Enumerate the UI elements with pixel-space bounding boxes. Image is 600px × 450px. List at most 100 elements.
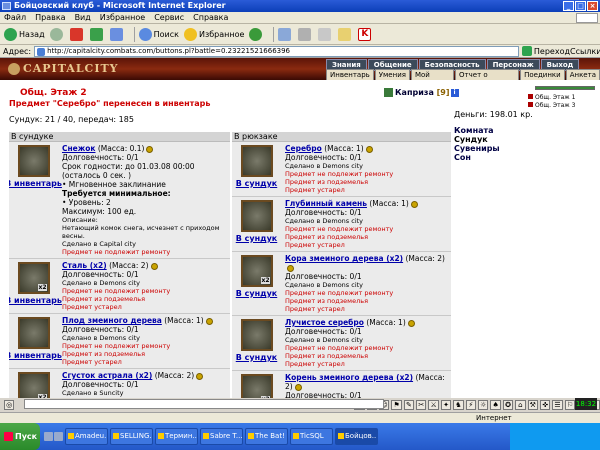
stop-button[interactable]	[69, 27, 85, 41]
chat-tool-icon[interactable]: ✪	[502, 400, 514, 410]
floor-link[interactable]: Общ. Этаж 3	[528, 102, 575, 110]
taskbar-button[interactable]: The Bat!	[245, 428, 288, 445]
link-chest[interactable]: Сундук	[454, 135, 500, 144]
move-item-link[interactable]: В сундук	[236, 179, 277, 188]
taskbar-button[interactable]: Sabre T...	[200, 428, 243, 445]
chat-tool-icon[interactable]: ⚔	[428, 400, 439, 410]
back-button[interactable]: Назад	[4, 27, 45, 41]
chat-tool-icon[interactable]: ✂	[416, 400, 427, 410]
item-name-link[interactable]: Сталь (x2)	[62, 261, 107, 270]
link-sleep[interactable]: Сон	[454, 153, 500, 162]
move-item-link[interactable]: В сундук	[236, 234, 277, 243]
close-button[interactable]: ×	[587, 1, 598, 11]
chat-tool-icon[interactable]: ⚒	[527, 400, 538, 410]
chat-tool-icon[interactable]: ✜	[539, 400, 551, 410]
chat-tool-icon[interactable]: ✦	[440, 400, 452, 410]
forward-button[interactable]	[49, 27, 65, 41]
item-name-link[interactable]: Плод змеиного дерева	[62, 316, 162, 325]
item-thumbnail[interactable]	[17, 317, 50, 349]
item-name-link[interactable]: Сгусток астрала (x2)	[62, 371, 152, 380]
menu-edit[interactable]: Правка	[35, 13, 65, 22]
item-thumbnail[interactable]: x2	[240, 374, 273, 399]
chat-tool-icon[interactable]: ✎	[403, 400, 415, 410]
gold-coin-icon[interactable]	[205, 317, 213, 325]
menu-view[interactable]: Вид	[75, 13, 91, 22]
link-souvenirs[interactable]: Сувениры	[454, 144, 500, 153]
info-icon[interactable]: i	[450, 88, 459, 97]
chat-tool-icon[interactable]: ⚡	[465, 400, 477, 410]
kaspersky-button[interactable]: K	[358, 27, 373, 41]
windows-flag-icon	[4, 432, 13, 441]
chat-tool-icon[interactable]: ☼	[478, 400, 489, 410]
taskbar-button[interactable]: Amadeu...	[65, 428, 108, 445]
taskbar-button[interactable]: SELLING...	[110, 428, 153, 445]
item-thumbnail[interactable]: x2	[17, 372, 50, 399]
menu-tools[interactable]: Сервис	[154, 13, 184, 22]
maximize-button[interactable]: □	[575, 1, 586, 11]
item-name-link[interactable]: Лучистое серебро	[285, 318, 364, 327]
quick-launch-icon[interactable]	[44, 432, 53, 441]
chat-tool-icon[interactable]: ☰	[552, 400, 563, 410]
refresh-button[interactable]	[89, 27, 105, 41]
discuss-button[interactable]	[338, 27, 353, 41]
print-button[interactable]	[298, 27, 313, 41]
item-thumbnail[interactable]: x2	[240, 255, 273, 287]
chat-tool-icon[interactable]: ♠	[490, 400, 501, 410]
move-item-link[interactable]: В инвентарь	[9, 351, 62, 360]
taskbar-button[interactable]: Термин...	[155, 428, 198, 445]
menu-file[interactable]: Файл	[4, 13, 26, 22]
edit-button[interactable]	[318, 27, 333, 41]
gold-coin-icon[interactable]	[410, 200, 418, 208]
gold-coin-icon[interactable]	[365, 145, 373, 153]
address-input[interactable]: http://capitalcity.combats.com/buttons.p…	[34, 45, 519, 57]
item-name-link[interactable]: Кора змеиного дерева (x2)	[285, 254, 403, 263]
item-thumbnail[interactable]: x2	[17, 262, 50, 294]
item-name-link[interactable]: Серебро	[285, 144, 322, 153]
move-item-link[interactable]: В сундук	[236, 289, 277, 298]
chat-tool-icon[interactable]: ⚑	[391, 400, 402, 410]
menu-favorites[interactable]: Избранное	[100, 13, 145, 22]
quick-launch-icon[interactable]	[54, 432, 63, 441]
taskbar-button[interactable]: TicSQL	[290, 428, 333, 445]
gold-coin-icon[interactable]	[146, 145, 154, 153]
taskbar-button[interactable]: Бойцов...	[335, 428, 378, 445]
gold-coin-icon[interactable]	[150, 262, 158, 270]
chat-tool-icon[interactable]: ♞	[453, 400, 464, 410]
item-thumbnail[interactable]	[240, 319, 273, 351]
item-thumbnail[interactable]	[240, 145, 273, 177]
chat-input[interactable]	[24, 399, 384, 409]
item-note: Сделано в Demons city	[285, 217, 364, 225]
move-item-link[interactable]: В инвентарь	[9, 179, 62, 188]
item-mass: (Масса: 1)	[366, 318, 406, 327]
gold-coin-icon[interactable]	[287, 264, 294, 272]
chat-tool-icon[interactable]: ⚐	[564, 400, 576, 410]
item-name-link[interactable]: Снежок	[62, 144, 95, 153]
item-warning: Предмет из подземелья	[285, 352, 368, 360]
item-thumbnail[interactable]	[17, 145, 50, 177]
search-button[interactable]: Поиск	[138, 27, 179, 41]
minimize-button[interactable]: _	[563, 1, 574, 11]
player-info[interactable]: Каприза [9] i	[384, 88, 459, 97]
start-button[interactable]: Пуск	[0, 423, 40, 450]
move-item-link[interactable]: В сундук	[236, 353, 277, 362]
links-button[interactable]: Ссылки	[570, 47, 600, 56]
favorites-button[interactable]: Избранное	[183, 27, 244, 41]
item-details: Лучистое серебро (Масса: 1) Долговечность…	[281, 316, 451, 370]
item-title-line: Сталь (x2) (Масса: 2)	[62, 261, 228, 270]
chat-tool-icon[interactable]: ⌂	[515, 400, 526, 410]
item-name-link[interactable]: Корень змеиного дерева (x2)	[285, 373, 413, 382]
gold-coin-icon[interactable]	[407, 319, 415, 327]
floor-link[interactable]: Общ. Этаж 1	[528, 94, 575, 102]
chat-mode-icon[interactable]: ◎	[4, 400, 15, 410]
link-room[interactable]: Комната	[454, 126, 500, 135]
history-button[interactable]	[249, 27, 264, 41]
move-item-link[interactable]: В инвентарь	[9, 296, 62, 305]
item-name-link[interactable]: Глубинный камень	[285, 199, 367, 208]
go-button[interactable]: Переход	[522, 46, 570, 56]
mail-button[interactable]	[278, 27, 293, 41]
gold-coin-icon[interactable]	[196, 372, 204, 380]
home-button[interactable]	[109, 27, 125, 41]
item-thumbnail[interactable]	[240, 200, 273, 232]
menu-help[interactable]: Справка	[193, 13, 228, 22]
gold-coin-icon[interactable]	[294, 383, 302, 391]
